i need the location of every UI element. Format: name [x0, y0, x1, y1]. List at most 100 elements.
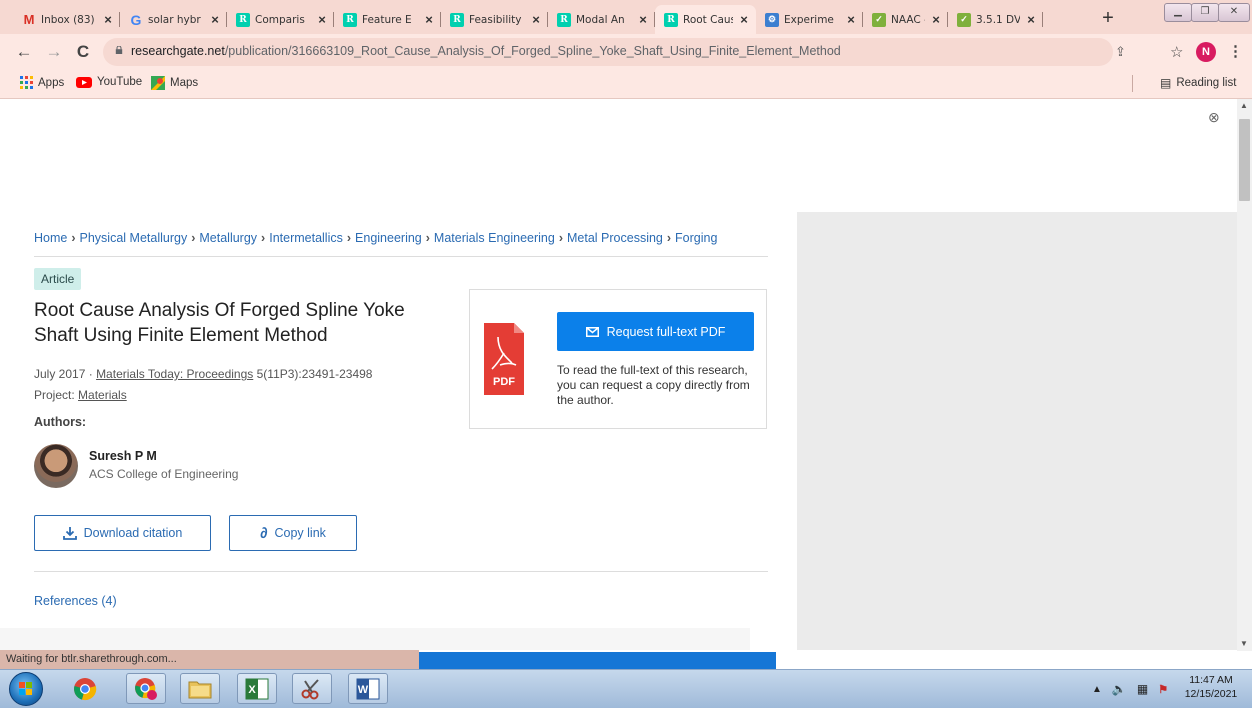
address-bar[interactable]: researchgate.net/publication/316663109_R… [103, 38, 1126, 66]
browser-tab[interactable]: R Feasibility × [441, 5, 548, 34]
breadcrumb-link[interactable]: Materials Engineering [434, 231, 555, 245]
bookmark-maps[interactable]: Maps [151, 76, 198, 90]
browser-tab[interactable]: ✓ NAAC – C × [863, 5, 948, 34]
taskbar-clock[interactable]: 11:47 AM 12/15/2021 [1177, 673, 1245, 701]
breadcrumb-link[interactable]: Physical Metallurgy [80, 231, 188, 245]
breadcrumb-link[interactable]: Home [34, 231, 67, 245]
taskbar-excel[interactable]: X [237, 673, 277, 704]
share-icon[interactable]: ⇪ [1115, 44, 1126, 60]
breadcrumb-link[interactable]: Forging [675, 231, 717, 245]
author-avatar[interactable] [34, 444, 78, 488]
browser-tab[interactable]: Gsolar hybr × [120, 5, 227, 34]
browser-tab[interactable]: R Root Caus × [655, 5, 756, 34]
breadcrumb-chevron-icon: › [71, 231, 76, 245]
tab-title: 3.5.1 DVV [976, 13, 1020, 26]
journal-volume: 5(11P3):23491-23498 [256, 367, 373, 381]
divider [34, 256, 768, 257]
ad-close-icon[interactable]: ⊗ [1208, 109, 1220, 126]
breadcrumb: Home › Physical Metallurgy › Metallurgy › Inte… [34, 231, 717, 245]
close-window-button[interactable]: ✕ [1218, 3, 1250, 22]
article-title: Root Cause Analysis Of Forged Spline Yok… [34, 300, 405, 346]
researchgate-icon: R [450, 12, 464, 27]
browser-tab[interactable]: R Feature E × [334, 5, 441, 34]
breadcrumb-link[interactable]: Engineering [355, 231, 422, 245]
browser-tab[interactable]: ⚙ Experime × [756, 5, 863, 34]
project-label: Project: [34, 388, 75, 402]
browser-toolbar: ← → C researchgate.net/publication/31666… [0, 34, 1252, 70]
forward-button[interactable]: → [44, 42, 64, 62]
tab-close-icon[interactable]: × [930, 12, 942, 27]
journal-link[interactable]: Materials Today: Proceedings [96, 367, 253, 381]
bookmark-apps-label: Apps [38, 76, 65, 89]
back-button[interactable]: ← [14, 42, 34, 62]
taskbar-word[interactable]: W [348, 673, 388, 704]
breadcrumb-chevron-icon: › [425, 231, 430, 245]
windows-logo-icon [19, 682, 32, 695]
profile-avatar[interactable]: N [1196, 42, 1216, 62]
clock-time: 11:47 AM [1189, 674, 1233, 686]
tab-close-icon[interactable]: × [102, 12, 114, 27]
copy-link-button[interactable]: ∂ Copy link [229, 515, 357, 551]
tab-close-icon[interactable]: × [530, 12, 542, 27]
tab-title: Feasibility [469, 13, 522, 26]
chrome-icon [74, 677, 97, 700]
network-icon[interactable]: ▦ [1137, 682, 1148, 696]
taskbar-chrome[interactable] [65, 673, 105, 704]
scroll-up-icon[interactable]: ▲ [1240, 101, 1248, 110]
url-text[interactable]: researchgate.net/publication/316663109_R… [131, 44, 841, 58]
references-tab[interactable]: References (4) [34, 594, 117, 608]
tab-title: Modal An [576, 13, 625, 26]
tab-close-icon[interactable]: × [845, 12, 857, 27]
scroll-down-icon[interactable]: ▼ [1240, 639, 1248, 648]
tab-close-icon[interactable]: × [209, 12, 221, 27]
request-full-text-button[interactable]: Request full-text PDF [557, 312, 754, 351]
breadcrumb-link[interactable]: Metal Processing [567, 231, 663, 245]
taskbar-chrome-profile[interactable] [126, 673, 166, 704]
tab-title: Root Caus [683, 13, 733, 26]
breadcrumb-link[interactable]: Intermetallics [269, 231, 343, 245]
breadcrumb-chevron-icon: › [346, 231, 352, 245]
tab-close-icon[interactable]: × [738, 12, 750, 27]
breadcrumb-link[interactable]: Metallurgy [199, 231, 257, 245]
page-scrollbar[interactable]: ▲ ▼ [1237, 99, 1252, 651]
url-domain: researchgate.net [131, 44, 225, 58]
researchgate-icon: R [343, 12, 357, 27]
maximize-button[interactable]: ❐ [1191, 3, 1219, 22]
clock-date: 12/15/2021 [1184, 688, 1238, 700]
browser-tab[interactable]: M Inbox (83) × [13, 5, 120, 34]
browser-tab[interactable]: ✓ 3.5.1 DVV × [948, 5, 1043, 34]
taskbar-snipping-tool[interactable] [292, 673, 332, 704]
download-citation-button[interactable]: Download citation [34, 515, 211, 551]
tab-close-icon[interactable]: × [1025, 12, 1037, 27]
start-button[interactable] [9, 672, 43, 706]
tray-expand-icon[interactable]: ▲ [1092, 684, 1102, 695]
tab-close-icon[interactable]: × [423, 12, 435, 27]
reading-list-label: Reading list [1176, 77, 1237, 89]
tab-separator [1042, 12, 1043, 27]
reload-button[interactable]: C [73, 42, 93, 62]
bookmark-youtube-label: YouTube [97, 76, 143, 88]
bookmark-star-icon[interactable]: ☆ [1170, 43, 1183, 61]
action-center-icon[interactable]: ⚑ [1158, 683, 1168, 696]
minimize-button[interactable]: ▁ [1164, 3, 1192, 22]
project-link[interactable]: Materials [78, 388, 127, 402]
author-name[interactable]: Suresh P M [89, 449, 157, 463]
scrollbar-thumb[interactable] [1239, 119, 1250, 201]
menu-kebab-icon[interactable]: ⋮ [1228, 42, 1243, 60]
naac-icon: ✓ [957, 12, 971, 27]
download-citation-label: Download citation [83, 526, 183, 540]
right-sidebar-panel [797, 212, 1237, 650]
bookmark-apps[interactable]: Apps [20, 76, 64, 89]
browser-tab[interactable]: R Modal An × [548, 5, 655, 34]
reading-list-button[interactable]: ▤ Reading list [1160, 76, 1236, 90]
new-tab-button[interactable]: + [1098, 7, 1118, 29]
volume-icon[interactable]: 🔈 [1112, 682, 1127, 696]
tab-close-icon[interactable]: × [316, 12, 328, 27]
bookmark-youtube[interactable]: YouTube [76, 76, 142, 88]
tab-close-icon[interactable]: × [637, 12, 649, 27]
browser-tab[interactable]: R Comparis × [227, 5, 334, 34]
project-line: Project: Materials [34, 388, 127, 402]
article-type-badge: Article [34, 268, 82, 290]
taskbar-file-explorer[interactable] [180, 673, 220, 704]
excel-icon: X [245, 678, 269, 699]
